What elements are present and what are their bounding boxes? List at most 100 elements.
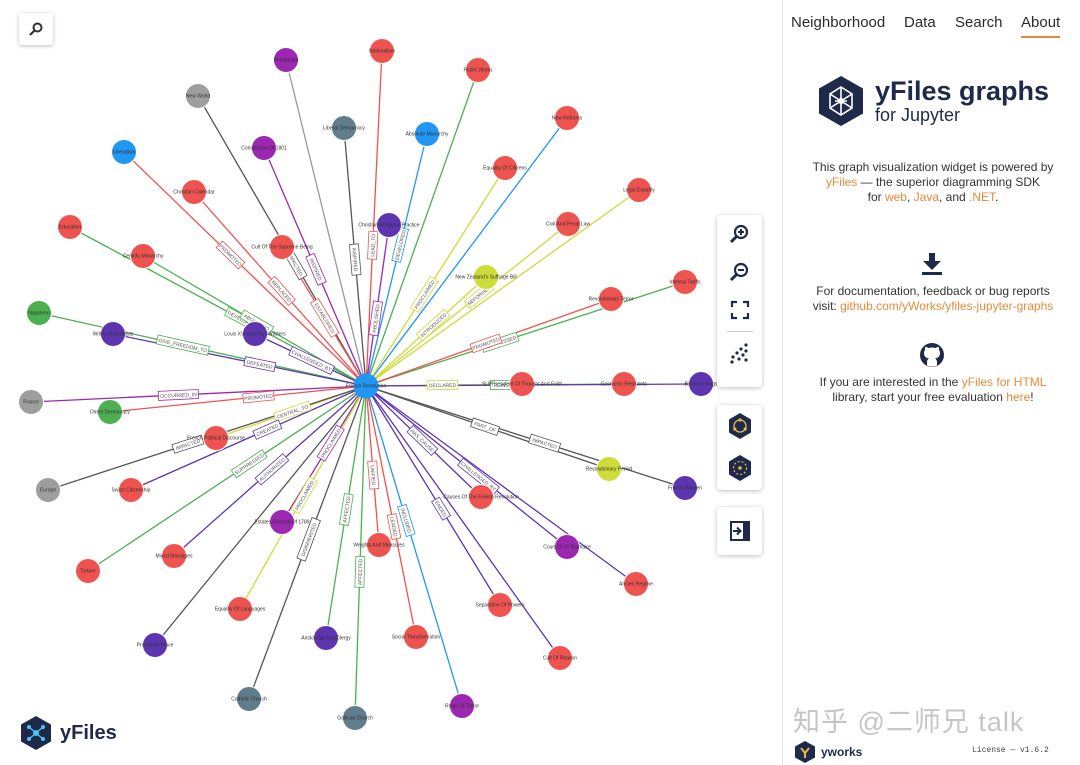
graph-node[interactable]: Christian Religious Practice (358, 212, 420, 238)
edge-label[interactable]: OCCURRED_IN (157, 389, 200, 401)
edge-label[interactable]: DEFEATED (243, 356, 277, 373)
collapse-panel-button[interactable] (717, 507, 762, 555)
yfiles-html-link[interactable]: yFiles for HTML (962, 375, 1047, 389)
graph-node[interactable]: French Women (668, 475, 702, 501)
graph-node[interactable]: France (18, 389, 44, 415)
fit-content-button[interactable] (717, 291, 762, 329)
graph-node[interactable]: Court Of 16 Brumaire (543, 534, 591, 560)
graph-node[interactable]: Torture (75, 558, 101, 584)
edge-label[interactable]: PROMOTED (242, 390, 275, 404)
graph-canvas[interactable]: LEAD_TO IMPACTED INSPIRED DEVELOPED INSPIRED… (0, 0, 782, 765)
graph-edge[interactable] (354, 385, 367, 719)
edge-label[interactable]: DECLARED (426, 379, 459, 391)
edge-label[interactable]: PROCLAIMED (290, 476, 318, 515)
edge-label[interactable]: IMPACTED (528, 433, 562, 453)
graph-edge[interactable] (112, 333, 367, 387)
graph-node[interactable]: Internal Tariffs (669, 269, 701, 295)
graph-node[interactable]: Constitution Of 1801 (241, 135, 287, 161)
graph-node[interactable]: Revolutionary Terror (589, 286, 634, 312)
yfiles-link[interactable]: yFiles (826, 175, 857, 189)
graph-node[interactable]: Christian Calendar (173, 179, 215, 205)
graph-node[interactable]: Legal Equality (623, 177, 655, 203)
graph-node[interactable]: Cult Of Reason (543, 645, 577, 671)
edge-label[interactable]: AFFECTED (339, 493, 354, 526)
edge-label[interactable]: PART_OF (470, 417, 501, 436)
dotnet-link[interactable]: .NET (969, 190, 995, 204)
graph-node[interactable]: New World (185, 83, 211, 109)
tab-data[interactable]: Data (904, 14, 936, 36)
license-version[interactable]: License — v1.6.2 (972, 746, 1049, 755)
graph-edge[interactable] (365, 385, 637, 585)
edge-label[interactable]: INCLUDED (397, 503, 416, 537)
graph-node[interactable]: Equality Of Languages (215, 596, 266, 622)
zoom-out-button[interactable] (717, 253, 762, 291)
graph-node[interactable]: Napoleon (26, 300, 52, 326)
toolbar-divider (726, 331, 753, 332)
circular-layout-button[interactable] (717, 405, 762, 447)
graph-node[interactable]: Protestant Place (137, 632, 174, 658)
graph-node[interactable]: Absolute Monarchy (406, 121, 449, 147)
graph-node[interactable]: Civil And Penal Law (546, 211, 591, 237)
graph-node[interactable]: SUPPresident Of Thought And Faith (482, 371, 562, 397)
radial-layout-icon (728, 455, 751, 481)
graph-node[interactable]: Gallican Church (337, 705, 373, 731)
graph-node[interactable]: Social Transformation (392, 624, 441, 650)
graph-node[interactable]: Nationalism (369, 38, 395, 64)
graph-node[interactable]: Cult Of The Supreme Being (251, 234, 313, 260)
edge-label[interactable]: UNIFIED (367, 460, 380, 490)
graph-node[interactable]: Equality Of Citizens (483, 155, 527, 181)
graph-node-label: Estates General Of 1789 (254, 520, 309, 526)
graph-node[interactable]: Reign Of Terror (445, 693, 479, 719)
graph-node[interactable]: Writers And Artists (93, 321, 134, 347)
graph-node[interactable]: Aristocrats And Clergy (301, 625, 351, 651)
graph-node[interactable]: Secularism (273, 47, 299, 73)
evaluation-link[interactable]: here (1006, 390, 1030, 404)
graph-node[interactable]: Causes Of The French Revolution (443, 484, 519, 510)
graph-node[interactable]: New Zealand's Suffrage Bill (455, 264, 517, 290)
graph-node[interactable]: Economic Restraints (601, 371, 647, 397)
edge-label[interactable]: REPLACED (267, 275, 296, 307)
search-button[interactable] (19, 13, 53, 45)
about-text: If you are interested in the (819, 375, 962, 389)
tab-search[interactable]: Search (955, 14, 1003, 36)
layout-button[interactable] (717, 334, 762, 372)
graph-node[interactable]: Bourbon Kings (685, 371, 718, 397)
radial-layout-button[interactable] (717, 447, 762, 489)
graph-node[interactable]: Louis XVI And His Ministers (224, 321, 286, 347)
graph-node[interactable]: Liberalism (111, 139, 137, 165)
edge-label[interactable]: LEAD_TO (367, 230, 379, 260)
graph-node[interactable]: Revolutionary Period (586, 456, 633, 482)
tab-about[interactable]: About (1021, 14, 1061, 38)
web-link[interactable]: web (885, 190, 907, 204)
edge-label[interactable]: INSPIRED (348, 243, 362, 276)
tab-neighborhood[interactable]: Neighborhood (791, 14, 885, 36)
graph-node[interactable]: Europe (35, 477, 61, 503)
graph-node[interactable]: Public Works (463, 57, 493, 83)
download-icon-wrap (783, 252, 1080, 276)
graph-node[interactable]: Liberal Democracy (323, 115, 365, 141)
graph-edge[interactable] (123, 151, 367, 387)
graph-node[interactable]: Direct Democracy (90, 399, 130, 425)
graph-edge[interactable] (285, 59, 367, 387)
edge-label[interactable]: ESTABLISHED (310, 297, 340, 338)
graph-node[interactable]: Mixed Marriages (156, 543, 193, 569)
edge-label[interactable]: ABOLISHED (368, 300, 383, 337)
edge-label[interactable]: INTRODUCED (415, 308, 451, 342)
graph-node[interactable]: Education (57, 214, 83, 240)
edge-label[interactable]: AFFECTED (354, 555, 366, 588)
zoom-in-button[interactable] (717, 215, 762, 253)
graph-node[interactable]: New Reforms (552, 105, 583, 131)
about-text: . (995, 190, 999, 204)
edge-label[interactable]: INSPIRED (305, 252, 327, 286)
java-link[interactable]: Java (914, 190, 939, 204)
graph-node-label: Gallican Church (337, 716, 373, 722)
graph-node[interactable]: Separation Of Powers (476, 592, 525, 618)
graph-edge[interactable] (365, 281, 686, 387)
edge-label[interactable]: LEADED (386, 513, 402, 540)
graph-svg[interactable]: LEAD_TOIMPACTED INSPIRED DEVELOPEDINSPIRED… (0, 0, 782, 765)
graph-node[interactable]: Swiss Citizenship (112, 477, 151, 503)
edge-label[interactable]: CREATED (252, 419, 283, 440)
github-link[interactable]: github.com/yWorks/yfiles-jupyter-graphs (840, 299, 1053, 313)
graph-node[interactable]: Catholic Church (231, 686, 267, 712)
edge-label[interactable]: GIVE_FREEDOM_TO (155, 334, 210, 356)
